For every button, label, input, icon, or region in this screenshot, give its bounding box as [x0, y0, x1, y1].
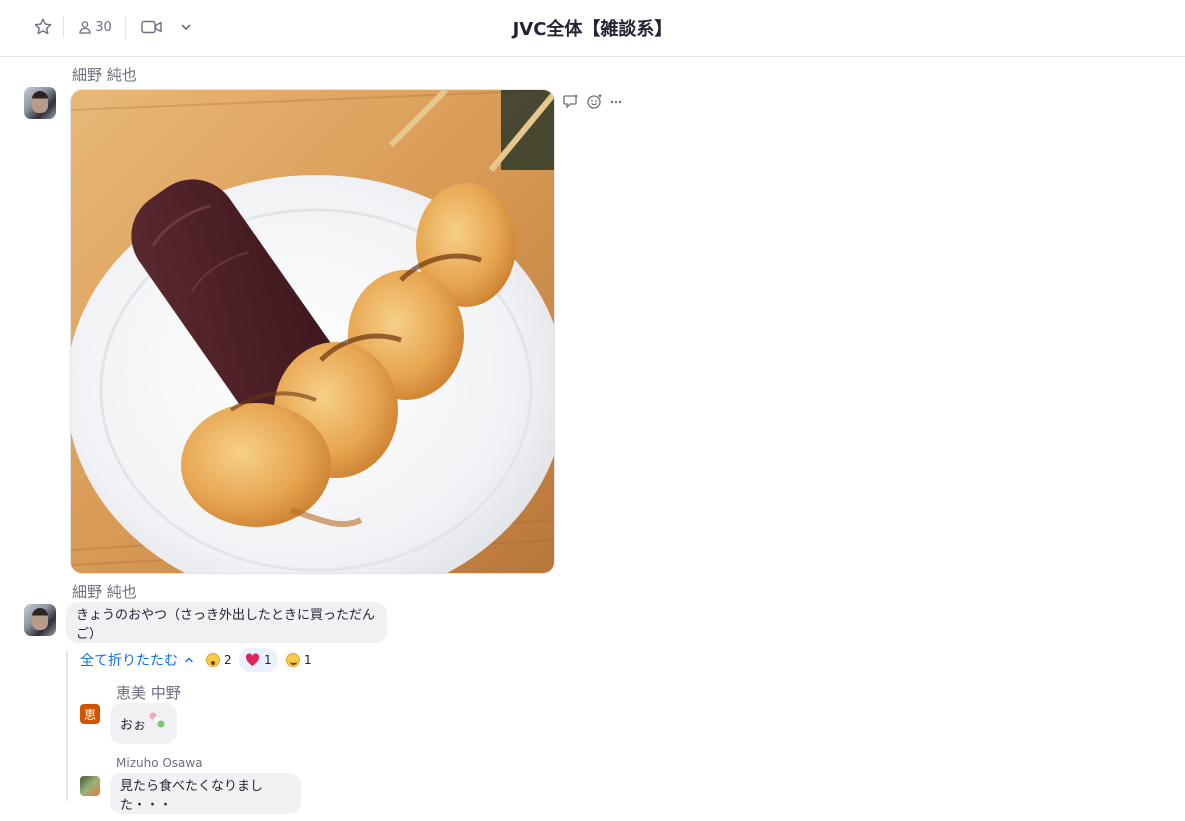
shocked-face-icon: [206, 653, 220, 667]
reply-bubble: おぉ: [110, 703, 177, 744]
sender-name: 細野 純也: [72, 66, 137, 84]
add-reaction-icon[interactable]: [586, 93, 603, 110]
avatar[interactable]: 恵: [80, 704, 100, 724]
collapse-all-link[interactable]: 全て折りたたむ: [80, 650, 194, 670]
reaction-heart[interactable]: 1: [239, 648, 278, 672]
dango-icon: [149, 712, 165, 727]
reply-text: おぉ: [120, 718, 147, 733]
avatar-letter: 恵: [83, 707, 96, 722]
smiling-face-icon: [286, 653, 300, 667]
channel-title: JVC全体【雑談系】: [512, 19, 673, 40]
reaction-smile[interactable]: 1: [280, 648, 318, 672]
message-actions: [563, 92, 623, 110]
chevron-up-icon: [185, 657, 193, 663]
avatar[interactable]: [24, 87, 56, 119]
collapse-label: 全て折りたたむ: [80, 653, 178, 669]
reaction-shocked[interactable]: 2: [200, 648, 238, 672]
thread-line: [66, 651, 68, 801]
reply-icon[interactable]: [563, 93, 580, 110]
reply-text: 見たら食べたくなりました・・・: [120, 778, 264, 813]
reply-bubble: 見たら食べたくなりました・・・: [110, 773, 301, 814]
reply-sender-name: 恵美 中野: [116, 684, 181, 702]
avatar[interactable]: [24, 604, 56, 636]
reaction-count: 1: [264, 653, 272, 667]
avatar[interactable]: [80, 776, 100, 796]
sender-name: 細野 純也: [72, 583, 137, 601]
message-text: きょうのおやつ（さっき外出したときに買っただんご）: [76, 607, 376, 642]
dango-photo[interactable]: [70, 89, 555, 574]
more-icon[interactable]: [609, 93, 623, 110]
message-bubble: きょうのおやつ（さっき外出したときに買っただんご）: [66, 602, 387, 643]
reaction-count: 2: [224, 653, 232, 667]
red-heart-icon: [245, 653, 260, 666]
reaction-count: 1: [304, 653, 312, 667]
reply-sender-name: Mizuho Osawa: [116, 756, 203, 770]
channel-header: 30 JVC全体【雑談系】: [0, 0, 1185, 57]
